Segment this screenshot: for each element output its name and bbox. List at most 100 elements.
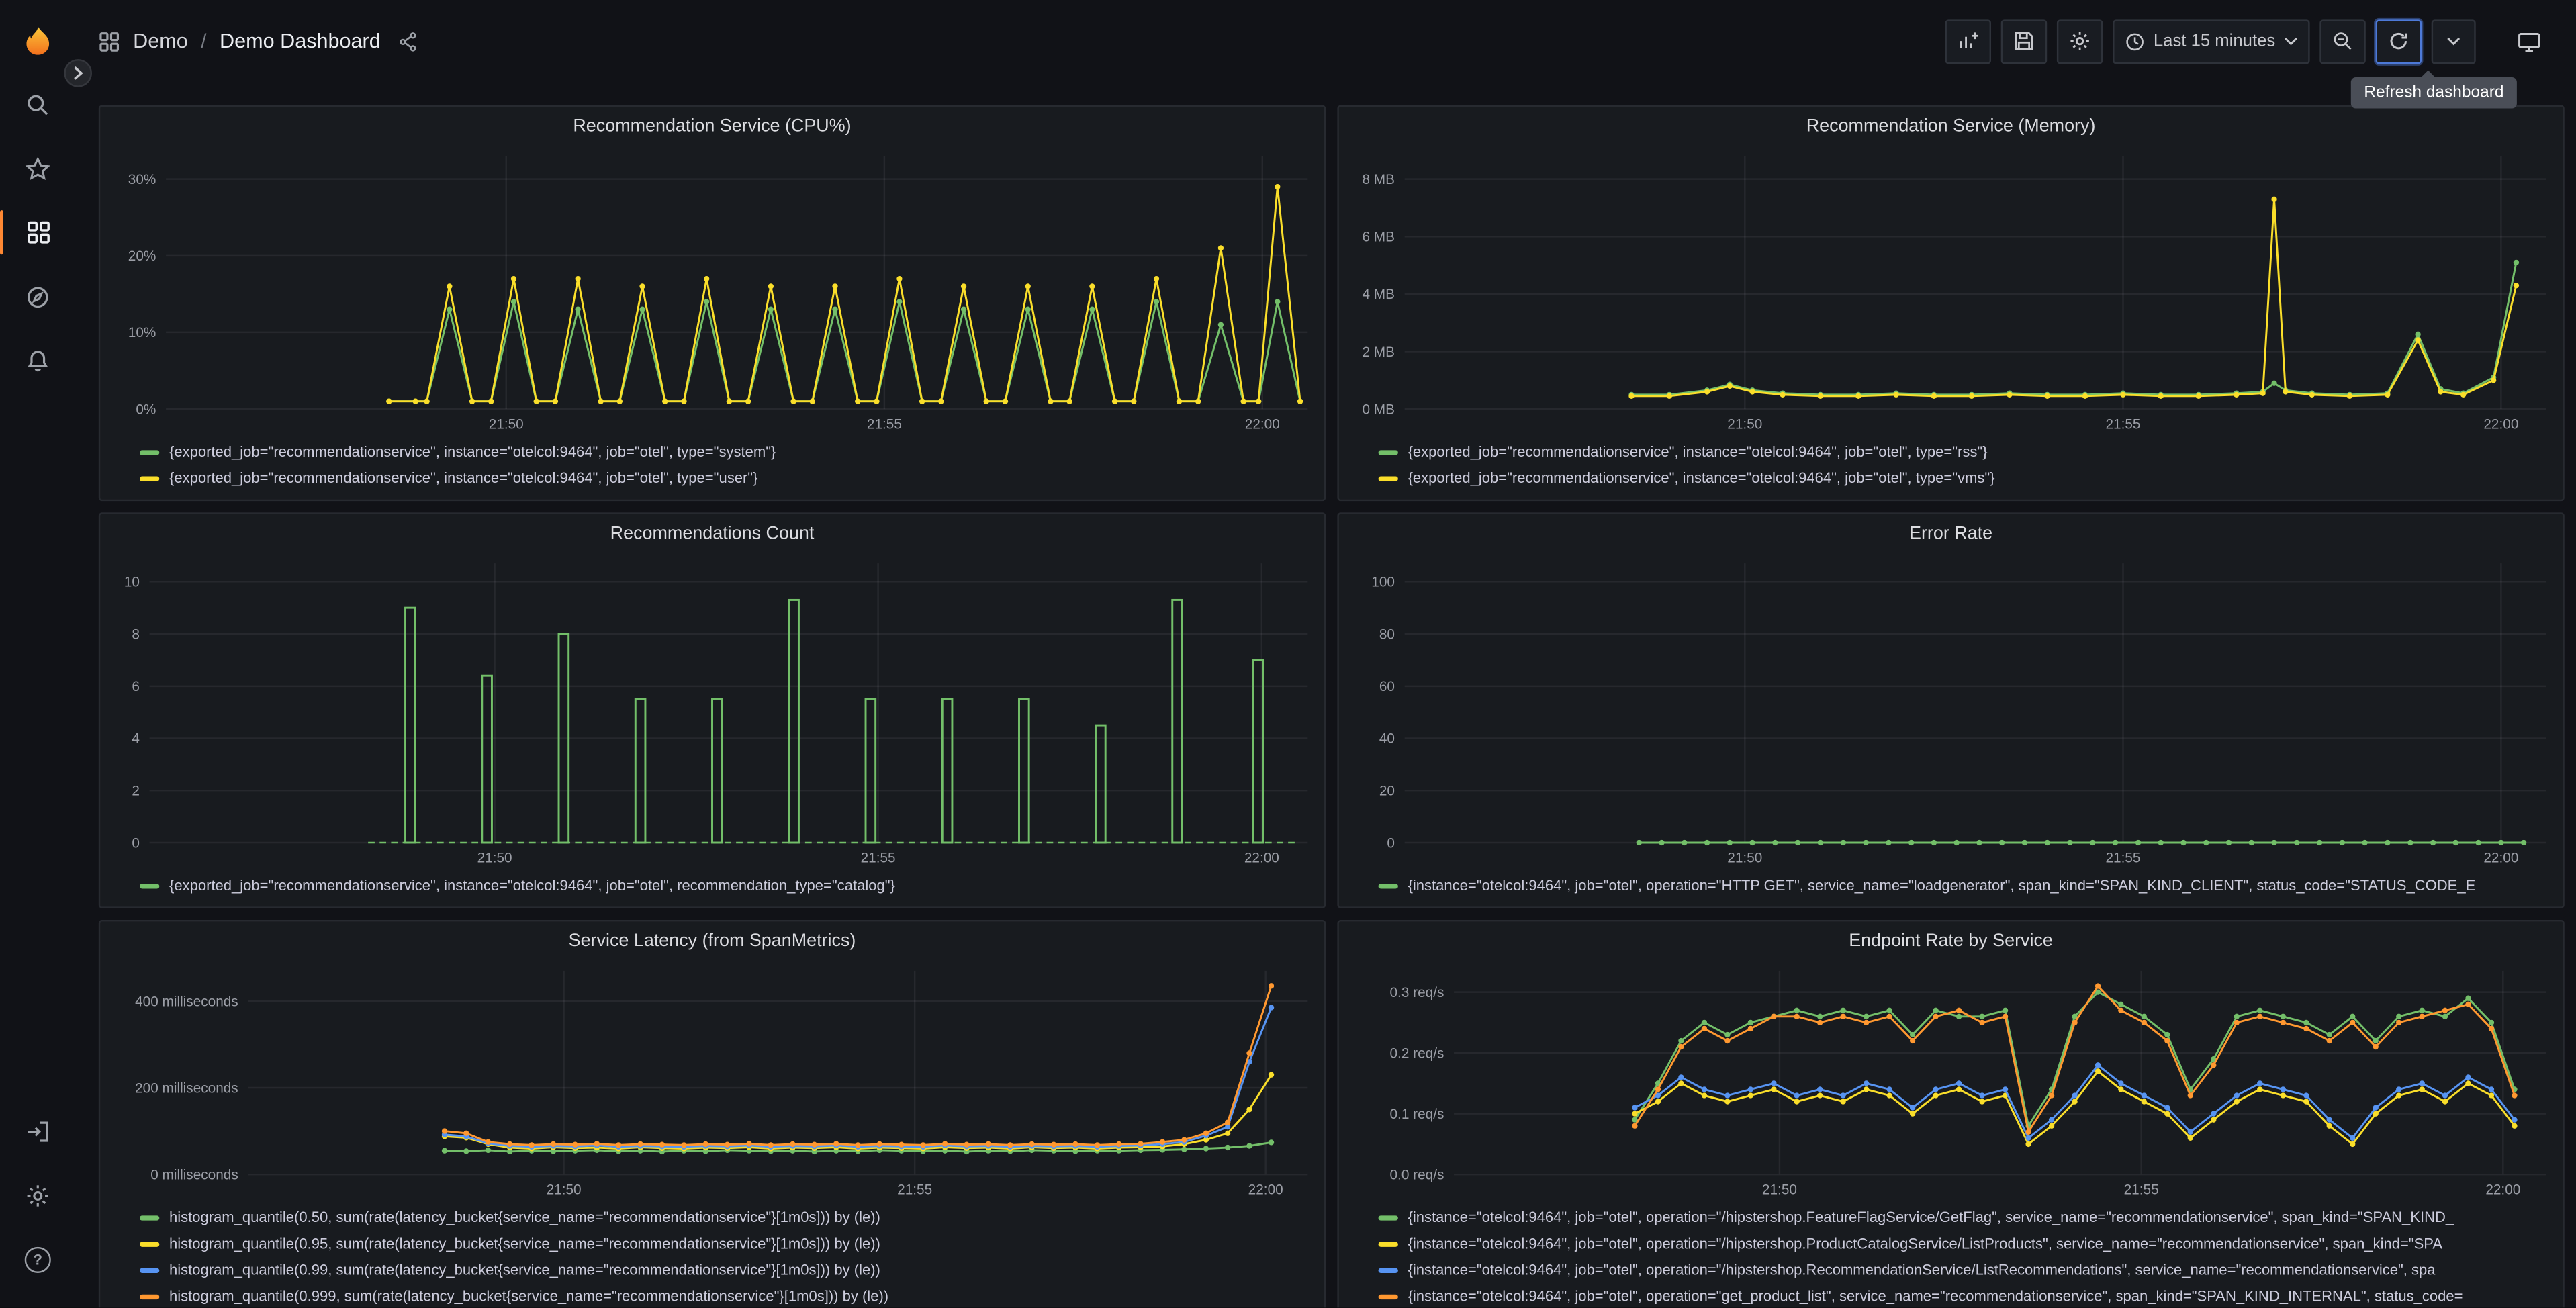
legend-item[interactable]: {exported_job="recommendationservice", i… (139, 465, 1311, 491)
legend-swatch (139, 1215, 160, 1220)
breadcrumb-section[interactable]: Demo (133, 30, 188, 52)
svg-text:6 MB: 6 MB (1362, 230, 1395, 245)
legend-item[interactable]: histogram_quantile(0.95, sum(rate(latenc… (139, 1230, 1311, 1256)
sidebar-item-dashboards[interactable] (0, 200, 76, 264)
legend-item[interactable]: {exported_job="recommendationservice", i… (139, 872, 1311, 898)
legend-item[interactable]: {instance="otelcol:9464", job="otel", op… (1378, 1283, 2550, 1308)
legend-item[interactable]: {exported_job="recommendationservice", i… (139, 438, 1311, 465)
chevron-right-icon (74, 66, 83, 80)
panel-recommendation-cpu: Recommendation Service (CPU%) 0% 10% 20% 30… (98, 105, 1326, 502)
endpoint-rate-chart[interactable]: 0.0 req/s 0.1 req/s 0.2 req/s 0.3 req/s 21:5… (1339, 961, 2563, 1201)
svg-text:80: 80 (1379, 626, 1395, 642)
clock-icon (2125, 32, 2144, 50)
legend-label[interactable]: {instance="otelcol:9464", job="otel", op… (1408, 1209, 2454, 1225)
legend-label[interactable]: histogram_quantile(0.95, sum(rate(latenc… (169, 1235, 880, 1252)
legend-item[interactable]: {instance="otelcol:9464", job="otel", op… (1378, 872, 2550, 898)
refresh-button[interactable] (2375, 19, 2422, 64)
legend-label[interactable]: {instance="otelcol:9464", job="otel", op… (1408, 1262, 2436, 1278)
svg-text:22:00: 22:00 (2485, 1182, 2520, 1198)
svg-text:22:00: 22:00 (1244, 850, 1279, 866)
panel-title[interactable]: Service Latency (from SpanMetrics) (100, 921, 1324, 961)
legend-swatch (1378, 449, 1398, 455)
legend-item[interactable]: histogram_quantile(0.50, sum(rate(latenc… (139, 1204, 1311, 1230)
time-range-label: Last 15 minutes (2153, 31, 2276, 51)
legend-label[interactable]: {instance="otelcol:9464", job="otel", op… (1408, 877, 2476, 893)
panel-legend: {instance="otelcol:9464", job="otel", op… (1339, 869, 2563, 906)
legend-item[interactable]: histogram_quantile(0.999, sum(rate(laten… (139, 1283, 1311, 1308)
dashboard-settings-button[interactable] (2056, 19, 2103, 64)
panel-service-latency: Service Latency (from SpanMetrics) 0 mil… (98, 919, 1326, 1308)
sidebar-item-help[interactable]: ? (0, 1227, 76, 1291)
panel-title[interactable]: Recommendation Service (Memory) (1339, 107, 2563, 146)
legend-item[interactable]: {exported_job="recommendationservice", i… (1378, 438, 2550, 465)
svg-text:21:50: 21:50 (477, 850, 512, 866)
add-panel-icon (1960, 32, 1978, 48)
legend-swatch (1378, 475, 1398, 481)
legend-item[interactable]: histogram_quantile(0.99, sum(rate(latenc… (139, 1256, 1311, 1282)
panel-title[interactable]: Recommendations Count (100, 514, 1324, 554)
chevron-down-icon (2447, 37, 2460, 46)
breadcrumb-separator: / (201, 30, 207, 53)
sidebar-item-sign-in[interactable] (0, 1099, 76, 1163)
memory-chart[interactable]: 0 MB 2 MB 4 MB 6 MB 8 MB 21:50 21:55 22:00 (1339, 146, 2563, 436)
sidebar-item-configuration[interactable] (0, 1163, 76, 1227)
svg-text:21:55: 21:55 (897, 1182, 932, 1198)
error-rate-chart[interactable]: 0 20 40 60 80 100 21:50 21:55 22:00 (1339, 553, 2563, 869)
legend-label[interactable]: {exported_job="recommendationservice", i… (169, 470, 757, 486)
svg-text:21:50: 21:50 (1727, 417, 1762, 432)
sidebar-item-alerting[interactable] (0, 328, 76, 392)
sidebar-item-explore[interactable] (0, 265, 76, 328)
svg-text:21:55: 21:55 (2105, 850, 2140, 866)
panel-legend: {instance="otelcol:9464", job="otel", op… (1339, 1201, 2563, 1307)
svg-text:400 milliseconds: 400 milliseconds (135, 994, 238, 1009)
panel-title[interactable]: Recommendation Service (CPU%) (100, 107, 1324, 146)
help-icon: ? (24, 1246, 51, 1272)
sidebar-expand-button[interactable] (64, 59, 92, 87)
svg-text:21:55: 21:55 (2105, 417, 2140, 432)
legend-item[interactable]: {instance="otelcol:9464", job="otel", op… (1378, 1204, 2550, 1230)
legend-label[interactable]: {instance="otelcol:9464", job="otel", op… (1408, 1288, 2463, 1304)
time-range-picker[interactable]: Last 15 minutes (2112, 19, 2310, 64)
panel-title[interactable]: Error Rate (1339, 514, 2563, 554)
sidebar-item-starred[interactable] (0, 136, 76, 200)
apps-grid-icon[interactable] (99, 30, 120, 52)
legend-item[interactable]: {instance="otelcol:9464", job="otel", op… (1378, 1230, 2550, 1256)
breadcrumb: Demo / Demo Dashboard (99, 30, 418, 52)
legend-label[interactable]: {exported_job="recommendationservice", i… (169, 877, 895, 893)
kiosk-mode-button[interactable] (2505, 19, 2553, 63)
sidebar-item-search[interactable] (0, 73, 76, 136)
panel-recommendation-memory: Recommendation Service (Memory) 0 MB 2 MB… (1337, 105, 2565, 502)
legend-item[interactable]: {exported_job="recommendationservice", i… (1378, 465, 2550, 491)
panel-legend: {exported_job="recommendationservice", i… (1339, 435, 2563, 499)
svg-text:0.2 req/s: 0.2 req/s (1390, 1045, 1444, 1061)
legend-label[interactable]: {exported_job="recommendationservice", i… (1408, 444, 1988, 460)
legend-label[interactable]: histogram_quantile(0.50, sum(rate(latenc… (169, 1209, 880, 1225)
svg-text:20%: 20% (128, 248, 156, 264)
share-icon[interactable] (397, 30, 418, 52)
service-latency-chart[interactable]: 0 milliseconds 200 milliseconds 400 millis… (100, 961, 1324, 1201)
legend-label[interactable]: histogram_quantile(0.99, sum(rate(latenc… (169, 1262, 880, 1278)
cpu-chart[interactable]: 0% 10% 20% 30% 21:50 21:55 22:00 (100, 146, 1324, 436)
svg-text:100: 100 (1371, 575, 1395, 590)
monitor-icon (2518, 32, 2540, 51)
legend-item[interactable]: {instance="otelcol:9464", job="otel", op… (1378, 1256, 2550, 1282)
legend-label[interactable]: {exported_job="recommendationservice", i… (169, 444, 776, 460)
legend-label[interactable]: {instance="otelcol:9464", job="otel", op… (1408, 1235, 2443, 1252)
zoom-out-button[interactable] (2319, 19, 2366, 64)
panel-title[interactable]: Endpoint Rate by Service (1339, 921, 2563, 961)
svg-text:4 MB: 4 MB (1362, 287, 1395, 302)
grafana-app: ? Demo / Demo Dashboard Last 15 minutes … (0, 0, 2576, 1308)
refresh-tooltip: Refresh dashboard (2350, 77, 2518, 109)
svg-text:21:55: 21:55 (867, 417, 902, 432)
legend-swatch (139, 882, 160, 888)
add-panel-button[interactable] (1945, 19, 1991, 64)
grafana-logo[interactable] (0, 10, 76, 73)
recommendations-count-chart[interactable]: 0 2 4 6 8 10 21:50 21:55 22:00 (100, 553, 1324, 869)
svg-text:21:55: 21:55 (2124, 1182, 2159, 1198)
legend-label[interactable]: {exported_job="recommendationservice", i… (1408, 470, 1995, 486)
legend-label[interactable]: histogram_quantile(0.999, sum(rate(laten… (169, 1288, 888, 1304)
svg-text:2 MB: 2 MB (1362, 344, 1395, 360)
save-dashboard-button[interactable] (2000, 19, 2047, 64)
legend-swatch (139, 449, 160, 455)
refresh-interval-dropdown[interactable] (2431, 19, 2476, 64)
